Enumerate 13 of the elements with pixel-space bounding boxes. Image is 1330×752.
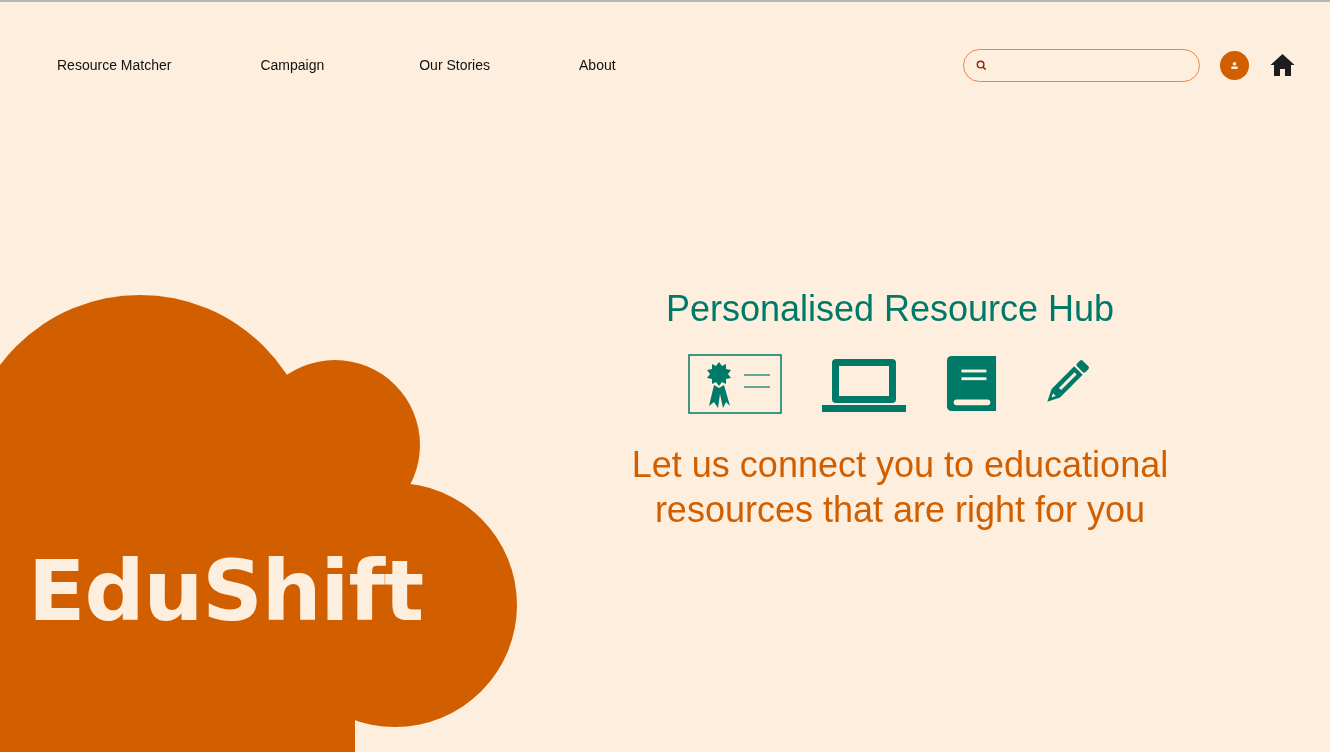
- user-account-button[interactable]: [1220, 50, 1249, 80]
- nav-link[interactable]: About: [579, 57, 616, 73]
- person-icon: [1230, 60, 1239, 70]
- nav-link[interactable]: Our Stories: [419, 57, 491, 73]
- hero-tagline: Let us connect you to educational resources that are right for you: [630, 443, 1170, 532]
- logo-text: EduShift: [28, 542, 424, 640]
- book-icon: [946, 354, 998, 414]
- search-icon: [976, 59, 987, 71]
- nav-link[interactable]: Campaign: [260, 57, 325, 73]
- home-icon[interactable]: [1269, 53, 1296, 77]
- nav-link[interactable]: Resource Matcher: [57, 57, 172, 73]
- certificate-icon: [688, 354, 782, 414]
- hero-title: Personalised Resource Hub: [665, 288, 1115, 330]
